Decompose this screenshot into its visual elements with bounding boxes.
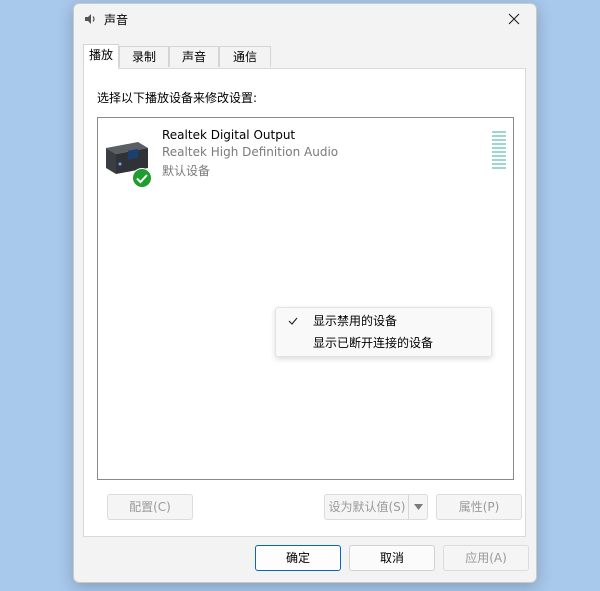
instruction-text: 选择以下播放设备来修改设置: — [97, 91, 258, 105]
properties-button[interactable]: 属性(P) — [436, 494, 522, 520]
volume-level-meter — [492, 131, 506, 171]
device-description: Realtek High Definition Audio — [162, 145, 339, 159]
tab-playback[interactable]: 播放 — [83, 44, 119, 69]
device-item[interactable]: Realtek Digital Output Realtek High Defi… — [102, 124, 507, 188]
device-context-menu: 显示禁用的设备 显示已断开连接的设备 — [275, 307, 492, 357]
cancel-button[interactable]: 取消 — [349, 545, 435, 571]
device-list[interactable]: Realtek Digital Output Realtek High Defi… — [97, 117, 514, 480]
tab-communications[interactable]: 通信 — [219, 46, 271, 67]
menu-show-disabled-devices[interactable]: 显示禁用的设备 — [276, 310, 491, 332]
device-status: 默认设备 — [162, 164, 211, 178]
set-default-label: 设为默认值(S) — [328, 500, 406, 514]
close-icon — [508, 13, 520, 25]
menu-item-label: 显示禁用的设备 — [313, 314, 398, 328]
window-title: 声音 — [104, 13, 129, 27]
apply-button[interactable]: 应用(A) — [443, 545, 529, 571]
dialog-footer: 确定 取消 应用(A) — [74, 537, 536, 582]
tab-sounds[interactable]: 声音 — [169, 46, 219, 67]
close-button[interactable] — [492, 4, 536, 34]
device-name: Realtek Digital Output — [162, 128, 296, 142]
sound-app-icon — [82, 11, 98, 27]
title-bar: 声音 — [74, 4, 536, 34]
green-check-icon — [132, 168, 152, 188]
configure-button[interactable]: 配置(C) — [107, 494, 193, 520]
ok-button[interactable]: 确定 — [255, 545, 341, 571]
menu-item-label: 显示已断开连接的设备 — [313, 336, 434, 350]
chevron-down-icon[interactable] — [408, 495, 427, 519]
menu-show-disconnected-devices[interactable]: 显示已断开连接的设备 — [276, 332, 491, 354]
playback-panel: 选择以下播放设备来修改设置: Realtek Digital Output Re… — [83, 68, 526, 537]
check-icon — [288, 310, 300, 332]
set-default-button[interactable]: 设为默认值(S) — [324, 494, 428, 520]
sound-dialog: 声音 播放 录制 声音 通信 选择以下播放设备来修改设置: Realtek Di… — [73, 3, 537, 583]
tab-recording[interactable]: 录制 — [119, 46, 169, 67]
speaker-icon — [104, 138, 152, 190]
